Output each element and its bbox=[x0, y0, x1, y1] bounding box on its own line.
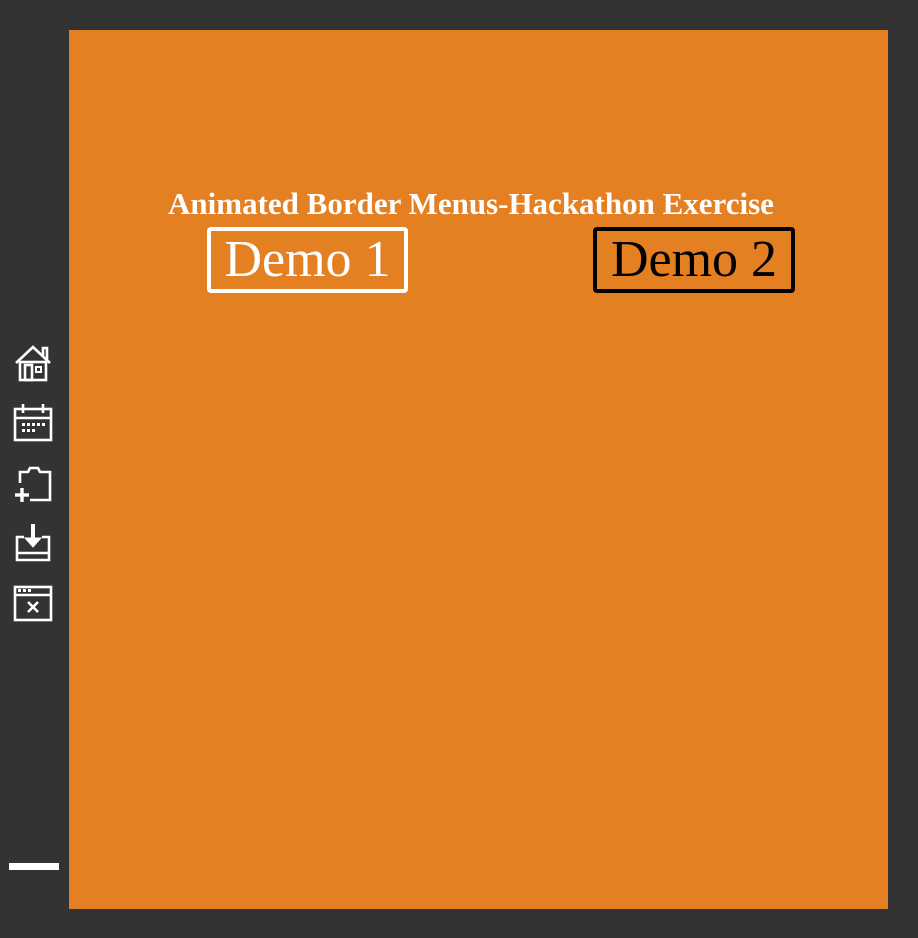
home-icon[interactable] bbox=[12, 343, 54, 383]
demo-2-button[interactable]: Demo 2 bbox=[593, 227, 795, 293]
content-panel: Animated Border Menus-Hackathon Exercise… bbox=[69, 30, 888, 909]
download-icon[interactable] bbox=[12, 523, 54, 563]
sidebar bbox=[0, 0, 69, 938]
new-folder-icon[interactable] bbox=[12, 463, 54, 503]
calendar-icon[interactable] bbox=[12, 403, 54, 443]
close-window-icon[interactable] bbox=[12, 583, 54, 623]
app-frame: Animated Border Menus-Hackathon Exercise… bbox=[0, 0, 918, 938]
demo-1-button[interactable]: Demo 1 bbox=[207, 227, 408, 293]
minimize-bar[interactable] bbox=[9, 863, 59, 870]
page-title: Animated Border Menus-Hackathon Exercise bbox=[168, 186, 774, 221]
